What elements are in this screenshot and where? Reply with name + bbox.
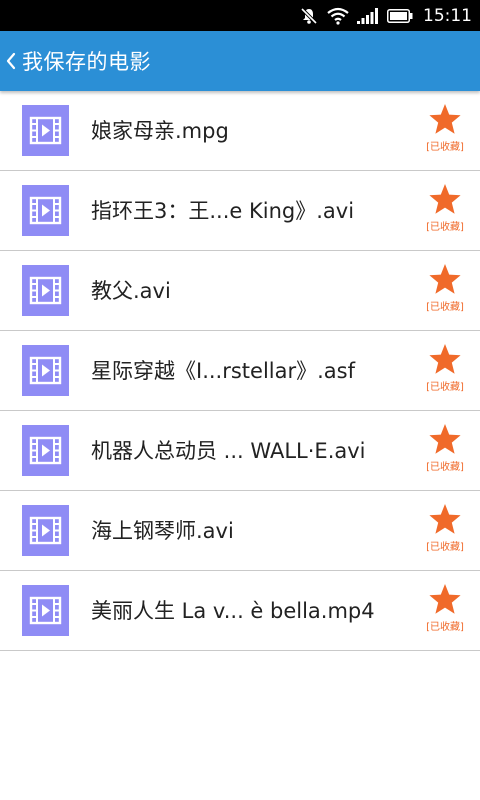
wifi-icon bbox=[327, 7, 349, 25]
video-file-icon bbox=[22, 425, 69, 476]
star-icon[interactable] bbox=[428, 183, 462, 215]
status-time: 15:11 bbox=[423, 5, 472, 26]
movie-name: 娘家母亲.mpg bbox=[91, 119, 229, 143]
movie-name: 海上钢琴师.avi bbox=[91, 519, 234, 543]
favorited-label: [已收藏] bbox=[426, 222, 464, 233]
favorite-toggle[interactable]: [已收藏] bbox=[422, 343, 468, 393]
movie-name: 指环王3：王...e King》.avi bbox=[91, 199, 355, 223]
star-icon[interactable] bbox=[428, 423, 462, 455]
favorite-toggle[interactable]: [已收藏] bbox=[422, 183, 468, 233]
movie-list: 娘家母亲.mpg [已收藏] 指环王3：王...e King》.avi [已收藏… bbox=[0, 91, 480, 651]
list-item[interactable]: 星际穿越《I...rstellar》.asf [已收藏] bbox=[0, 331, 480, 411]
status-icons: 15:11 bbox=[299, 0, 472, 31]
list-item[interactable]: 教父.avi [已收藏] bbox=[0, 251, 480, 331]
movie-name: 星际穿越《I...rstellar》.asf bbox=[91, 359, 355, 383]
video-file-icon bbox=[22, 185, 69, 236]
favorited-label: [已收藏] bbox=[426, 622, 464, 633]
video-file-icon bbox=[22, 505, 69, 556]
star-icon[interactable] bbox=[428, 263, 462, 295]
star-icon[interactable] bbox=[428, 103, 462, 135]
back-button[interactable]: 我保存的电影 bbox=[0, 31, 151, 91]
list-item[interactable]: 美丽人生 La v... è bella.mp4 [已收藏] bbox=[0, 571, 480, 651]
favorite-toggle[interactable]: [已收藏] bbox=[422, 263, 468, 313]
page-title: 我保存的电影 bbox=[22, 50, 151, 74]
favorite-toggle[interactable]: [已收藏] bbox=[422, 103, 468, 153]
star-icon[interactable] bbox=[428, 343, 462, 375]
list-item[interactable]: 海上钢琴师.avi [已收藏] bbox=[0, 491, 480, 571]
chevron-left-icon[interactable] bbox=[0, 31, 22, 91]
list-item[interactable]: 机器人总动员 ... WALL·E.avi [已收藏] bbox=[0, 411, 480, 491]
favorite-toggle[interactable]: [已收藏] bbox=[422, 583, 468, 633]
movie-name: 机器人总动员 ... WALL·E.avi bbox=[91, 439, 366, 463]
status-bar: 15:11 bbox=[0, 0, 480, 31]
video-file-icon bbox=[22, 345, 69, 396]
movie-name: 美丽人生 La v... è bella.mp4 bbox=[91, 599, 375, 623]
favorited-label: [已收藏] bbox=[426, 382, 464, 393]
video-file-icon bbox=[22, 105, 69, 156]
star-icon[interactable] bbox=[428, 583, 462, 615]
star-icon[interactable] bbox=[428, 503, 462, 535]
favorited-label: [已收藏] bbox=[426, 302, 464, 313]
favorited-label: [已收藏] bbox=[426, 462, 464, 473]
favorited-label: [已收藏] bbox=[426, 542, 464, 553]
battery-icon bbox=[387, 8, 413, 23]
list-item[interactable]: 娘家母亲.mpg [已收藏] bbox=[0, 91, 480, 171]
movie-name: 教父.avi bbox=[91, 279, 171, 303]
notification-muted-icon bbox=[299, 6, 319, 26]
title-bar: 我保存的电影 bbox=[0, 31, 480, 91]
favorited-label: [已收藏] bbox=[426, 142, 464, 153]
favorite-toggle[interactable]: [已收藏] bbox=[422, 503, 468, 553]
list-item[interactable]: 指环王3：王...e King》.avi [已收藏] bbox=[0, 171, 480, 251]
signal-icon bbox=[357, 7, 379, 24]
favorite-toggle[interactable]: [已收藏] bbox=[422, 423, 468, 473]
video-file-icon bbox=[22, 265, 69, 316]
video-file-icon bbox=[22, 585, 69, 636]
